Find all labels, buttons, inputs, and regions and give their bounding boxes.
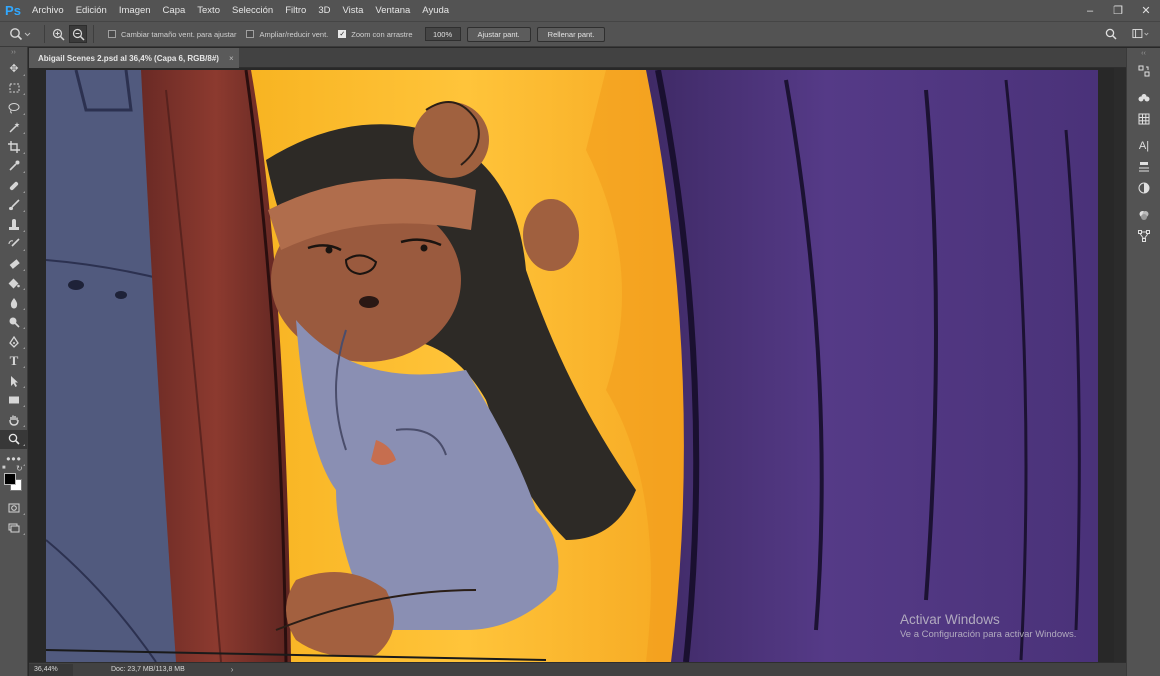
divider xyxy=(44,25,45,43)
menu-filtro[interactable]: Filtro xyxy=(279,0,312,21)
menu-edicion[interactable]: Edición xyxy=(70,0,113,21)
resize-windows-checkbox[interactable]: Cambiar tamaño vent. para ajustar xyxy=(108,30,236,39)
menu-bar: Ps Archivo Edición Imagen Capa Texto Sel… xyxy=(0,0,1160,21)
checkbox-box[interactable] xyxy=(108,30,116,38)
vertical-scrollbar[interactable] xyxy=(1114,68,1126,662)
document-tab[interactable]: Abigail Scenes 2.psd al 36,4% (Capa 6, R… xyxy=(29,48,239,68)
workspace-icon[interactable] xyxy=(1132,25,1150,43)
channels-panel-icon[interactable] xyxy=(1127,204,1160,225)
healing-brush-tool-icon[interactable] xyxy=(0,176,28,196)
menu-3d[interactable]: 3D xyxy=(312,0,336,21)
checkbox-checked[interactable]: ✓ xyxy=(338,30,347,38)
zoom-all-windows-checkbox[interactable]: Ampliar/reducir vent. xyxy=(246,30,328,39)
history-panel-icon[interactable] xyxy=(1127,60,1160,81)
brush-tool-icon[interactable] xyxy=(0,196,28,216)
menu-capa[interactable]: Capa xyxy=(157,0,192,21)
menu-archivo[interactable]: Archivo xyxy=(26,0,70,21)
color-swatches: ■ ↻ xyxy=(0,464,27,499)
eraser-tool-icon[interactable] xyxy=(0,254,28,274)
document-tab-title: Abigail Scenes 2.psd al 36,4% (Capa 6, R… xyxy=(38,53,219,63)
search-icon[interactable] xyxy=(1102,25,1120,43)
hand-tool-icon[interactable] xyxy=(0,410,28,430)
move-tool-icon[interactable]: ✥ xyxy=(0,59,28,79)
document-tabs: Abigail Scenes 2.psd al 36,4% (Capa 6, R… xyxy=(29,48,1126,68)
grid-panel-icon[interactable] xyxy=(1127,108,1160,129)
fit-screen-button[interactable]: Ajustar pant. xyxy=(466,26,531,42)
status-menu-arrow[interactable]: › xyxy=(231,665,234,674)
history-brush-tool-icon[interactable] xyxy=(0,235,28,255)
close-tab-icon[interactable]: × xyxy=(229,54,234,63)
magic-wand-tool-icon[interactable] xyxy=(0,118,28,138)
status-bar: 36,44% Doc: 23,7 MB/113,8 MB › xyxy=(29,662,1126,676)
menu-ayuda[interactable]: Ayuda xyxy=(416,0,455,21)
watermark-title: Activar Windows xyxy=(900,612,1000,627)
pen-tool-icon[interactable] xyxy=(0,332,28,352)
lasso-tool-icon[interactable] xyxy=(0,98,28,118)
paint-bucket-tool-icon[interactable] xyxy=(0,274,28,294)
minimize-icon[interactable]: – xyxy=(1076,0,1104,21)
panels-dock: ‹‹ A| xyxy=(1126,48,1160,676)
swatches-panel-icon[interactable] xyxy=(1127,87,1160,108)
clone-stamp-tool-icon[interactable] xyxy=(0,215,28,235)
fill-screen-button[interactable]: Rellenar pant. xyxy=(536,26,606,42)
checkbox-box[interactable] xyxy=(246,30,255,38)
dodge-tool-icon[interactable] xyxy=(0,313,28,333)
menu-ventana[interactable]: Ventana xyxy=(369,0,416,21)
activation-watermark: Activar Windows Ve a Configuración para … xyxy=(900,611,1076,641)
artwork-canvas[interactable] xyxy=(46,70,1098,662)
zoom-in-icon[interactable] xyxy=(49,25,67,43)
scrubby-zoom-checkbox[interactable]: ✓ Zoom con arrastre xyxy=(338,29,413,39)
document-size: Doc: 23,7 MB/113,8 MB xyxy=(111,666,185,673)
zoom-tool-icon[interactable] xyxy=(0,429,28,449)
marquee-tool-icon[interactable] xyxy=(0,79,28,99)
paragraph-panel-icon[interactable] xyxy=(1127,156,1160,177)
artwork-illustration xyxy=(46,70,1098,662)
screen-mode-icon[interactable] xyxy=(0,518,28,538)
panel-grip-icon[interactable]: ›› xyxy=(0,47,27,59)
type-tool-icon[interactable]: T xyxy=(0,352,28,372)
options-bar: Cambiar tamaño vent. para ajustar Amplia… xyxy=(0,21,1160,47)
resize-windows-label: Cambiar tamaño vent. para ajustar xyxy=(121,29,237,39)
tools-panel: ›› ✥ T ••• ■ ↻ xyxy=(0,47,28,676)
zoom-icon xyxy=(10,28,31,41)
scrubby-zoom-label: Zoom con arrastre xyxy=(351,29,413,39)
menu-imagen[interactable]: Imagen xyxy=(113,0,157,21)
photoshop-logo-icon[interactable]: Ps xyxy=(0,0,26,21)
rectangle-tool-icon[interactable] xyxy=(0,391,28,411)
watermark-subtitle: Ve a Configuración para activar Windows. xyxy=(900,629,1077,640)
window-controls: – ❐ ✕ xyxy=(1076,0,1160,21)
zoom-all-label: Ampliar/reducir vent. xyxy=(259,29,329,39)
quick-mask-icon[interactable] xyxy=(0,499,28,519)
blur-tool-icon[interactable] xyxy=(0,293,28,313)
menu-seleccion[interactable]: Selección xyxy=(226,0,279,21)
restore-icon[interactable]: ❐ xyxy=(1104,0,1132,21)
character-panel-icon[interactable]: A| xyxy=(1127,135,1160,156)
canvas-area[interactable] xyxy=(29,68,1126,662)
panel-grip-icon[interactable]: ‹‹ xyxy=(1127,48,1160,60)
zoom-level-field[interactable]: 36,44% xyxy=(29,663,73,676)
paths-panel-icon[interactable] xyxy=(1127,225,1160,246)
close-icon[interactable]: ✕ xyxy=(1132,0,1160,21)
default-colors-icon[interactable]: ■ xyxy=(2,465,6,471)
zoom-out-icon[interactable] xyxy=(69,25,87,43)
divider xyxy=(93,25,94,43)
adjustments-panel-icon[interactable] xyxy=(1127,177,1160,198)
eyedropper-tool-icon[interactable] xyxy=(0,157,28,177)
swap-colors-icon[interactable]: ↻ xyxy=(16,464,23,473)
zoom-percent-field[interactable]: 100% xyxy=(424,27,461,41)
tool-preset-picker[interactable] xyxy=(0,23,40,45)
crop-tool-icon[interactable] xyxy=(0,137,28,157)
path-selection-tool-icon[interactable] xyxy=(0,371,28,391)
menu-vista[interactable]: Vista xyxy=(336,0,369,21)
foreground-color-swatch[interactable] xyxy=(4,472,16,485)
menu-texto[interactable]: Texto xyxy=(191,0,226,21)
options-right xyxy=(1092,25,1152,43)
